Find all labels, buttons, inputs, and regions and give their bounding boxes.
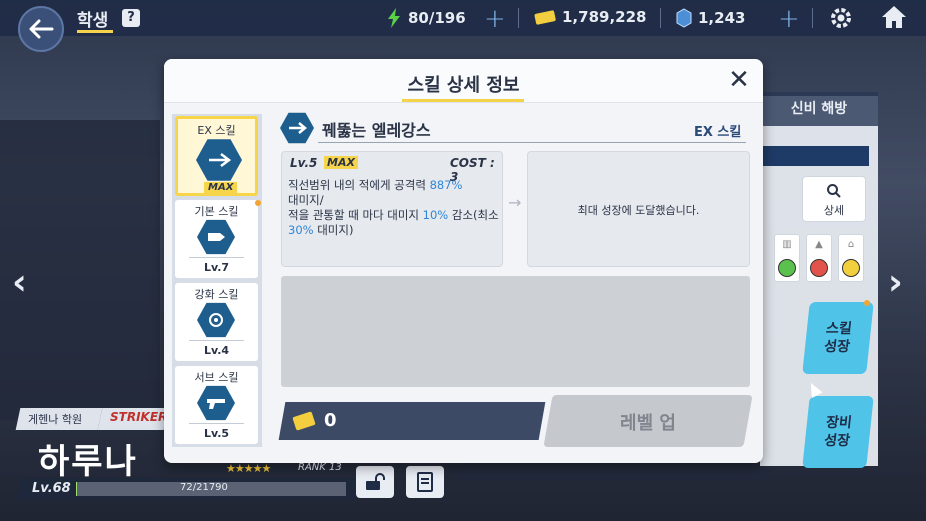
skill-tab-name: 기본 스킬 <box>194 205 239 218</box>
school-name: 게헨나 학원 <box>28 413 83 426</box>
home-button[interactable] <box>880 4 908 34</box>
angry-face-icon <box>810 258 828 277</box>
header-divider <box>318 142 746 143</box>
terrain-indoor: ⌂ <box>838 234 864 282</box>
memo-icon <box>417 472 433 492</box>
mountain-icon: ▲ <box>815 239 823 251</box>
ap-plus-button[interactable]: + <box>484 4 506 34</box>
title-underline <box>77 30 113 33</box>
skill-list: EX 스킬 MAX 기본 스킬 Lv.7 강화 스킬 Lv.4 서브 스킬 Lv… <box>172 114 262 447</box>
pierce-icon <box>196 139 242 181</box>
skill-tab-ex[interactable]: EX 스킬 MAX <box>175 116 258 196</box>
max-level-message: 최대 성장에 도달했습니다. <box>577 204 700 217</box>
city-icon: ▥ <box>782 239 792 251</box>
prev-student-arrow[interactable]: ‹ <box>12 262 27 303</box>
right-panel-bar <box>763 146 869 166</box>
credits-counter: 1,789,228 <box>534 8 646 26</box>
ap-value: 80/196 <box>408 9 466 27</box>
skill-level: Lv.5 <box>290 156 318 170</box>
gems-plus-button[interactable]: + <box>778 4 800 34</box>
skill-detail-modal: 스킬 상세 정보 ✕ EX 스킬 MAX 기본 스킬 Lv.7 강화 스킬 Lv… <box>164 59 763 463</box>
notification-dot <box>255 200 261 206</box>
character-level: Lv.68 <box>32 481 71 496</box>
happy-face-icon <box>778 258 796 277</box>
skill-tab-basic[interactable]: 기본 스킬 Lv.7 <box>175 200 258 278</box>
detail-button[interactable]: 상세 <box>802 176 866 222</box>
modal-title-underline <box>402 99 524 102</box>
unlock-icon <box>366 473 385 490</box>
gems-value: 1,243 <box>698 9 746 27</box>
memo-button[interactable] <box>406 466 444 498</box>
current-level-box: Lv.5 MAX COST : 3 직선범위 내의 적에게 공격력 887% 대… <box>281 151 503 267</box>
skill-tab-level: Lv.4 <box>203 344 230 357</box>
modal-title: 스킬 상세 정보 <box>407 75 520 96</box>
gem-icon <box>676 8 692 28</box>
terrain-mood-row: ▥ ▲ ⌂ <box>774 234 864 282</box>
level-divider <box>189 257 244 258</box>
detail-label: 상세 <box>823 204 845 217</box>
arrow-left-icon <box>29 19 54 39</box>
skill-type: EX 스킬 <box>694 125 742 140</box>
next-level-box: 최대 성장에 도달했습니다. <box>527 151 750 267</box>
level-divider <box>189 340 244 341</box>
ap-counter: 80/196 <box>386 8 466 28</box>
star-rating: ★★★★★ <box>226 462 271 475</box>
cost-bar <box>278 402 546 440</box>
lightning-icon <box>388 8 400 28</box>
level-divider <box>189 423 244 424</box>
back-button[interactable] <box>18 6 64 52</box>
close-button[interactable]: ✕ <box>726 67 752 93</box>
tab-mystic-release[interactable]: 신비 해방 <box>760 92 878 126</box>
level-up-label: 레벨 업 <box>620 413 676 434</box>
role-name: STRIKER <box>110 410 168 424</box>
skill-growth-label: 스킬 성장 <box>823 321 853 355</box>
gun-icon <box>197 385 235 421</box>
bullet-icon <box>197 219 235 255</box>
search-icon <box>827 184 841 198</box>
terrain-outdoor: ▲ <box>806 234 832 282</box>
skill-tab-level: Lv.7 <box>203 261 230 274</box>
skill-tab-name: EX 스킬 <box>197 124 236 137</box>
exp-fill <box>76 482 77 496</box>
notification-dot <box>864 300 870 306</box>
page-title: 학생 <box>77 11 109 31</box>
help-button[interactable]: ? <box>122 9 140 27</box>
credits-value: 1,789,228 <box>562 8 647 26</box>
materials-area <box>281 276 750 387</box>
skill-icon <box>280 112 314 144</box>
lock-button[interactable] <box>356 466 394 498</box>
arrow-right-icon: → <box>508 193 522 212</box>
divider <box>518 8 519 28</box>
skill-tab-name: 서브 스킬 <box>194 371 239 384</box>
skill-tab-sub[interactable]: 서브 스킬 Lv.5 <box>175 366 258 444</box>
skill-tab-level: Lv.5 <box>203 427 230 440</box>
credit-icon <box>534 10 556 25</box>
equip-growth-label: 장비 성장 <box>823 415 853 449</box>
gear-icon <box>831 8 851 28</box>
settings-button[interactable] <box>828 5 854 35</box>
cost-value: 0 <box>324 410 337 431</box>
exp-value: 72/21790 <box>180 482 228 493</box>
neutral-face-icon <box>842 258 860 277</box>
max-badge: MAX <box>204 182 238 193</box>
home-icon <box>882 6 906 28</box>
crosshair-icon <box>197 302 235 338</box>
gems-counter: 1,243 <box>676 8 745 28</box>
max-badge: MAX <box>324 156 358 169</box>
equip-growth-button[interactable]: 장비 성장 <box>802 396 874 468</box>
divider <box>660 8 661 28</box>
terrain-urban: ▥ <box>774 234 800 282</box>
divider <box>812 8 813 28</box>
house-icon: ⌂ <box>847 239 855 251</box>
skill-tab-enhance[interactable]: 강화 스킬 Lv.4 <box>175 283 258 361</box>
skill-growth-button[interactable]: 스킬 성장 <box>802 302 874 374</box>
character-name: 하루나 <box>38 442 138 482</box>
skill-tab-name: 강화 스킬 <box>194 288 239 301</box>
skill-description: 직선범위 내의 적에게 공격력 887% 대미지/ 적을 관통할 때 마다 대미… <box>288 178 499 237</box>
next-student-arrow[interactable]: › <box>888 262 903 303</box>
rank-label: RANK 13 <box>298 462 342 473</box>
skill-name: 꿰뚫는 엘레강스 <box>322 121 431 140</box>
